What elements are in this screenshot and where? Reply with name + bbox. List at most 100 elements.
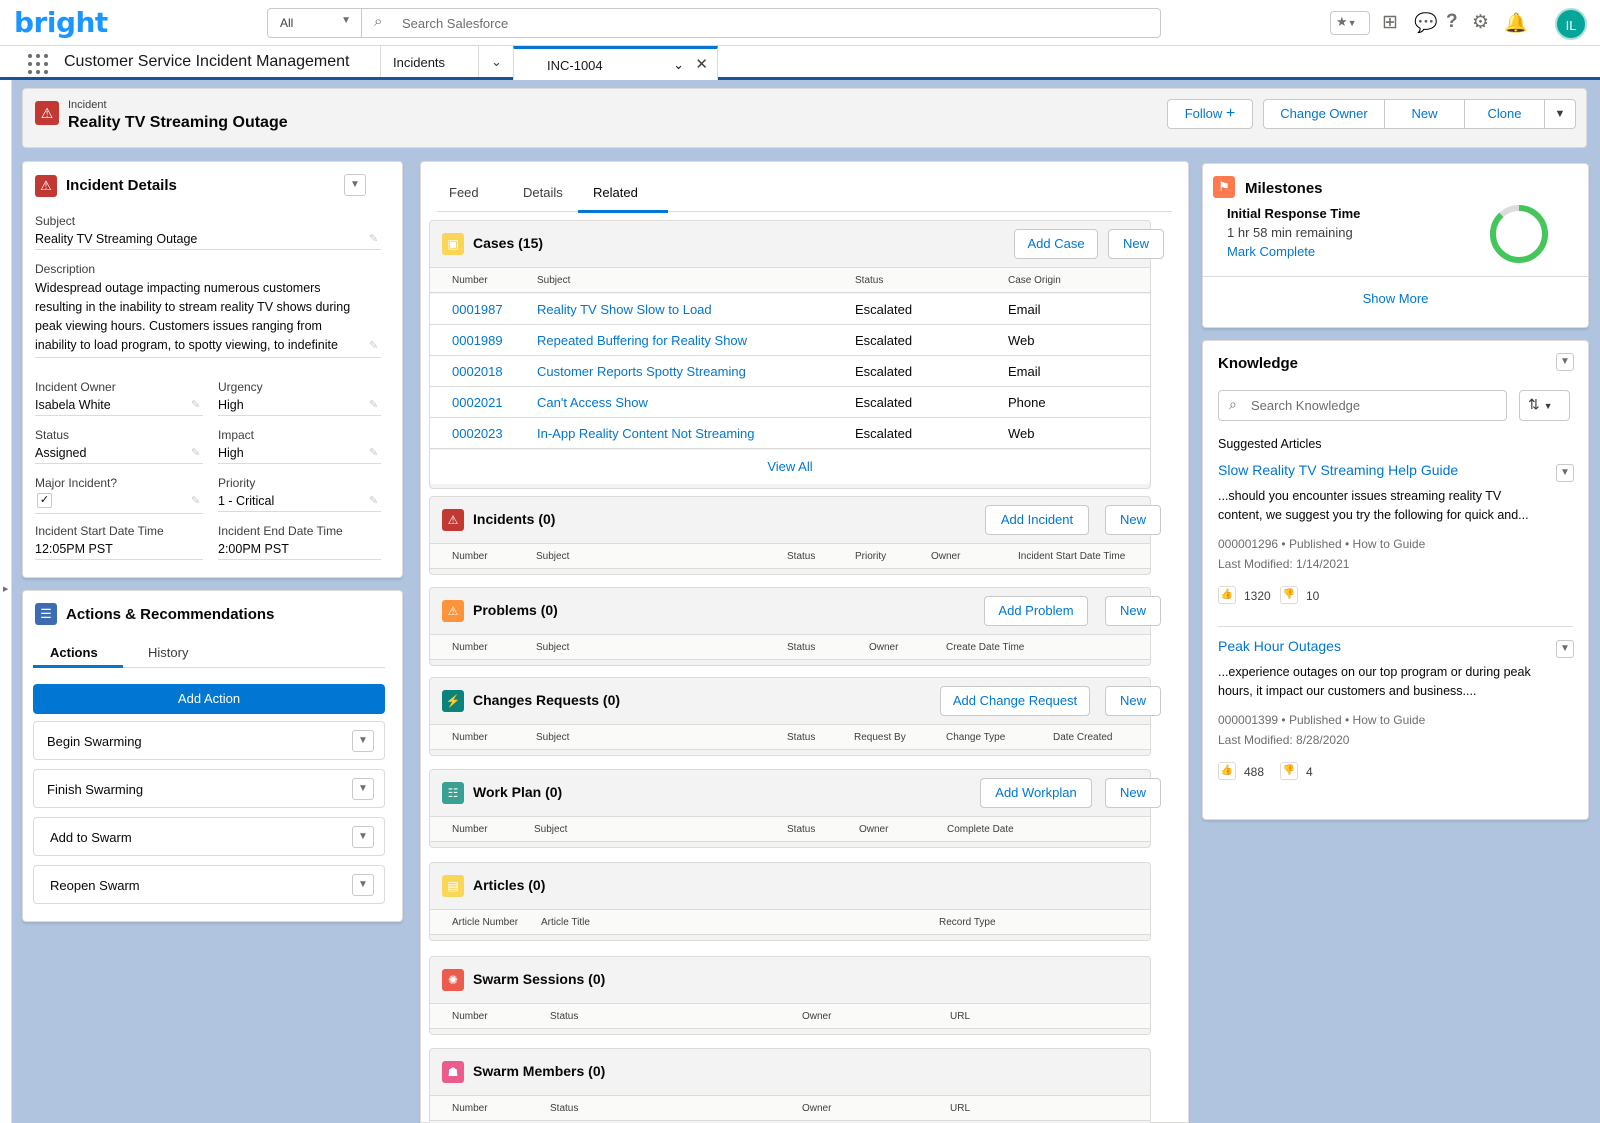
chevron-down-icon[interactable]: ▼ (352, 778, 374, 800)
thumbs-up-icon[interactable]: 👍 (1218, 762, 1236, 780)
edit-pencil-icon[interactable]: ✎ (369, 446, 378, 459)
add-case-button[interactable]: Add Case (1014, 229, 1098, 259)
article-link[interactable]: Peak Hour Outages (1218, 638, 1341, 654)
edit-pencil-icon[interactable]: ✎ (369, 232, 378, 245)
chat-icon[interactable]: 💬 (1414, 11, 1438, 35)
tab-history[interactable]: History (148, 645, 188, 660)
new-case-button[interactable]: New (1108, 229, 1164, 259)
description-label: Description (35, 262, 96, 276)
case-subject-link[interactable]: Can't Access Show (537, 395, 648, 410)
new-button[interactable]: New (1384, 99, 1465, 129)
case-number-link[interactable]: 0002018 (452, 364, 503, 379)
global-search-input[interactable]: ⌕ Search Salesforce (362, 8, 1161, 38)
chevron-down-icon[interactable]: ▼ (1556, 353, 1574, 371)
sort-button[interactable]: ⇅ ▼ (1519, 390, 1570, 421)
thumbs-down-icon[interactable]: 👎 (1280, 586, 1298, 604)
related-list-title: Incidents (0) (473, 511, 556, 527)
chevron-down-icon[interactable]: ▼ (1556, 640, 1574, 658)
change-request-icon: ⚡ (442, 690, 464, 712)
bright-logo[interactable]: bright (14, 6, 108, 39)
action-item[interactable]: Finish Swarming ▼ (33, 769, 385, 808)
add-icon[interactable]: ⊞ (1382, 11, 1398, 34)
new-problem-button[interactable]: New (1105, 596, 1161, 626)
article-icon: ▤ (442, 875, 464, 897)
article-meta: 000001296 • Published • How to Guide (1218, 537, 1426, 551)
chevron-down-icon[interactable]: ▼ (344, 174, 366, 196)
major-incident-checkbox[interactable]: ✓ (37, 493, 52, 508)
tab-actions[interactable]: Actions (50, 645, 98, 660)
bell-icon[interactable]: 🔔 (1504, 11, 1528, 35)
chevron-down-icon[interactable]: ▼ (352, 730, 374, 752)
add-incident-button[interactable]: Add Incident (985, 505, 1089, 535)
card-title: Actions & Recommendations (66, 606, 275, 623)
tab-details[interactable]: Details (523, 185, 563, 200)
chevron-down-icon[interactable]: ⌄ (478, 46, 514, 77)
view-all-link[interactable]: View All (430, 450, 1150, 484)
app-launcher-icon[interactable] (28, 54, 48, 74)
case-subject-link[interactable]: Repeated Buffering for Reality Show (537, 333, 747, 348)
chevron-down-icon[interactable]: ▼ (1556, 464, 1574, 482)
new-incident-button[interactable]: New (1105, 505, 1161, 535)
add-action-button[interactable]: Add Action (33, 684, 385, 714)
card-title: Milestones (1245, 180, 1323, 197)
edit-pencil-icon[interactable]: ✎ (191, 494, 200, 507)
thumbs-down-icon[interactable]: 👎 (1280, 762, 1298, 780)
close-icon[interactable]: ✕ (695, 55, 708, 73)
downvote-count: 10 (1306, 589, 1320, 603)
action-item[interactable]: Reopen Swarm ▼ (33, 865, 385, 904)
tab-related[interactable]: Related (593, 185, 638, 200)
table-row: 0002021 Can't Access Show Escalated Phon… (430, 387, 1150, 418)
favorites-button[interactable]: ★▼ (1330, 11, 1370, 35)
case-subject-link[interactable]: In-App Reality Content Not Streaming (537, 426, 755, 441)
case-number-link[interactable]: 0001987 (452, 302, 503, 317)
follow-button[interactable]: Follow + (1167, 99, 1253, 129)
case-number-link[interactable]: 0001989 (452, 333, 503, 348)
search-scope-select[interactable]: All ▼ (267, 8, 362, 38)
case-number-link[interactable]: 0002023 (452, 426, 503, 441)
work-plan-icon: ☷ (442, 782, 464, 804)
new-workplan-button[interactable]: New (1105, 778, 1161, 808)
article-link[interactable]: Slow Reality TV Streaming Help Guide (1218, 462, 1458, 478)
search-icon: ⌕ (374, 13, 383, 30)
more-actions-chevron-icon[interactable]: ▼ (1544, 99, 1576, 129)
swarm-members-icon: ☗ (442, 1061, 464, 1083)
show-more-link[interactable]: Show More (1203, 291, 1588, 306)
case-subject-link[interactable]: Customer Reports Spotty Streaming (537, 364, 746, 379)
major-incident-label: Major Incident? (35, 476, 118, 490)
case-number-link[interactable]: 0002021 (452, 395, 503, 410)
edit-pencil-icon[interactable]: ✎ (191, 446, 200, 459)
add-change-request-button[interactable]: Add Change Request (940, 686, 1090, 716)
milestone-progress-ring (1490, 205, 1548, 263)
mark-complete-link[interactable]: Mark Complete (1227, 244, 1315, 259)
help-icon[interactable]: ? (1446, 11, 1458, 33)
case-subject-link[interactable]: Reality TV Show Slow to Load (537, 302, 712, 317)
edit-pencil-icon[interactable]: ✎ (369, 494, 378, 507)
page-title: Reality TV Streaming Outage (68, 114, 288, 131)
tab-inc-1004[interactable]: INC-1004 ⌄ ✕ (513, 46, 718, 80)
status-value: Assigned (35, 446, 203, 464)
avatar[interactable]: IL (1555, 8, 1587, 40)
end-date-value: 2:00PM PST (218, 542, 381, 560)
chevron-down-icon[interactable]: ▼ (352, 826, 374, 848)
new-change-request-button[interactable]: New (1105, 686, 1161, 716)
action-item[interactable]: Add to Swarm ▼ (33, 817, 385, 856)
nav-item-incidents[interactable]: Incidents (380, 46, 480, 77)
incident-icon: ⚠ (442, 509, 464, 531)
chevron-down-icon[interactable]: ▼ (352, 874, 374, 896)
edit-pencil-icon[interactable]: ✎ (191, 398, 200, 411)
action-item[interactable]: Begin Swarming ▼ (33, 721, 385, 760)
gear-icon[interactable]: ⚙ (1472, 11, 1489, 34)
clone-button[interactable]: Clone (1464, 99, 1545, 129)
related-list-title: Articles (0) (473, 877, 546, 893)
add-problem-button[interactable]: Add Problem (984, 596, 1088, 626)
knowledge-search-input[interactable]: ⌕ Search Knowledge (1218, 390, 1507, 421)
edit-pencil-icon[interactable]: ✎ (369, 398, 378, 411)
add-workplan-button[interactable]: Add Workplan (980, 778, 1092, 808)
edit-pencil-icon[interactable]: ✎ (369, 339, 378, 352)
chevron-down-icon[interactable]: ⌄ (673, 57, 684, 73)
change-owner-button[interactable]: Change Owner (1263, 99, 1385, 129)
status-label: Status (35, 428, 70, 442)
tab-feed[interactable]: Feed (449, 185, 479, 200)
expand-arrow-icon[interactable]: ▶ (3, 585, 8, 593)
thumbs-up-icon[interactable]: 👍 (1218, 586, 1236, 604)
